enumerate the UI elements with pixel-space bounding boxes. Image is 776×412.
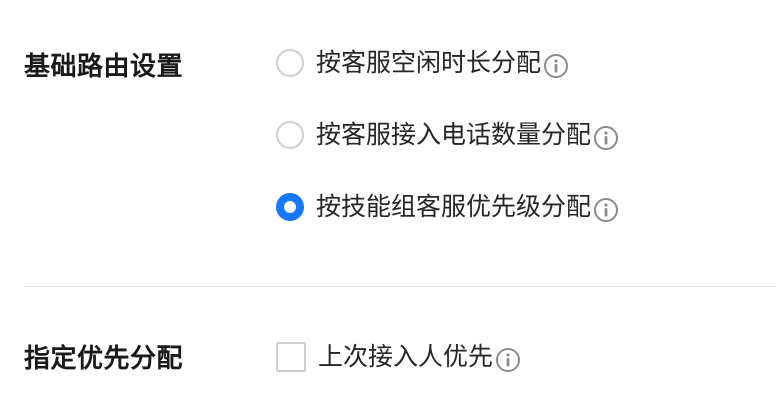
info-icon[interactable]	[495, 347, 521, 373]
routing-settings-label: 基础路由设置	[24, 52, 184, 82]
info-icon[interactable]	[593, 197, 619, 223]
checkbox[interactable]	[276, 342, 306, 372]
priority-assignment-label: 指定优先分配	[24, 344, 184, 374]
radio-button[interactable]	[276, 49, 304, 77]
radio-button-checked[interactable]	[276, 193, 304, 221]
radio-button[interactable]	[276, 121, 304, 149]
routing-option-label: 按客服空闲时长分配	[316, 48, 542, 77]
routing-option-label: 按客服接入电话数量分配	[316, 120, 592, 149]
priority-option-label: 上次接入人优先	[318, 342, 494, 371]
info-icon[interactable]	[543, 53, 569, 79]
routing-option-call-count[interactable]: 按客服接入电话数量分配	[276, 118, 619, 152]
routing-option-skill-group-priority[interactable]: 按技能组客服优先级分配	[276, 190, 619, 224]
routing-option-idle-duration[interactable]: 按客服空闲时长分配	[276, 46, 569, 80]
routing-option-label: 按技能组客服优先级分配	[316, 192, 592, 221]
priority-option-last-agent[interactable]: 上次接入人优先	[276, 340, 521, 374]
section-divider	[24, 286, 776, 287]
info-icon[interactable]	[593, 125, 619, 151]
